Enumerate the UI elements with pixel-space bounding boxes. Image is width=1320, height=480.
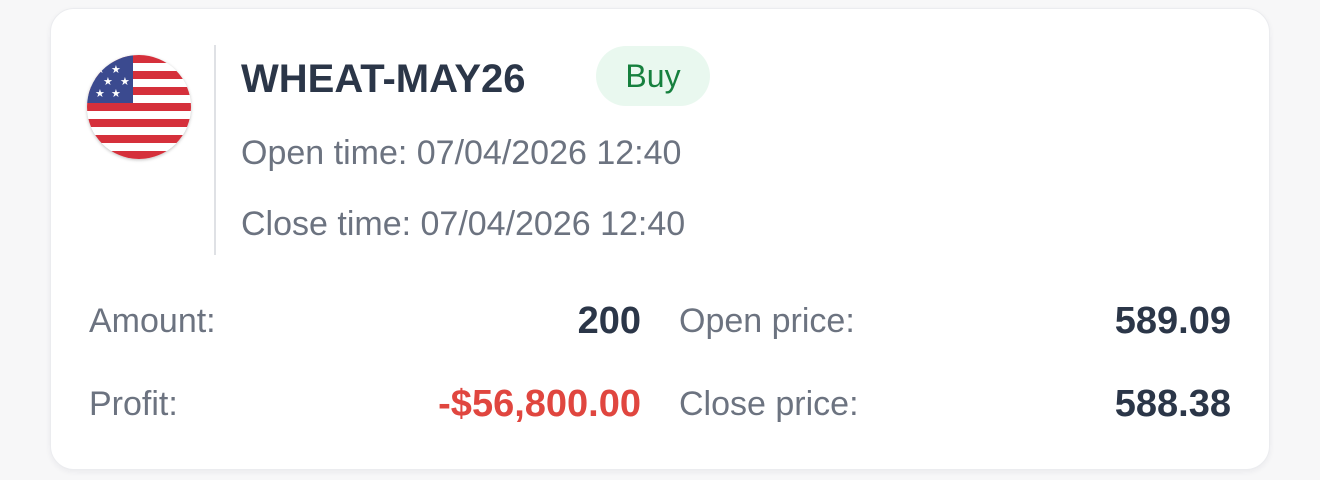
buy-side-badge: Buy [596,46,710,106]
open-time: Open time: 07/04/2026 12:40 [241,134,682,172]
amount-label: Amount: [89,302,216,340]
open-price-value: 589.09 [1114,300,1231,342]
close-price-label: Close price: [679,385,859,423]
svg-text:★: ★ [95,87,105,100]
svg-text:★: ★ [111,87,121,100]
amount-value: 200 [577,300,641,342]
close-price-value: 588.38 [1114,383,1231,425]
profit-label: Profit: [89,385,178,423]
close-time: Close time: 07/04/2026 12:40 [241,205,686,243]
instrument-symbol: WHEAT-MAY26 [241,57,526,101]
profit-value: -$56,800.00 [438,383,641,425]
us-flag-icon: ★ ★ ★ ★ ★ ★ [87,55,191,159]
header-divider [214,45,216,255]
trade-history-card[interactable]: ★ ★ ★ ★ ★ ★ WHEAT-MAY26 Buy Open time: 0… [50,8,1270,470]
svg-text:★: ★ [120,75,130,88]
open-price-label: Open price: [679,302,855,340]
